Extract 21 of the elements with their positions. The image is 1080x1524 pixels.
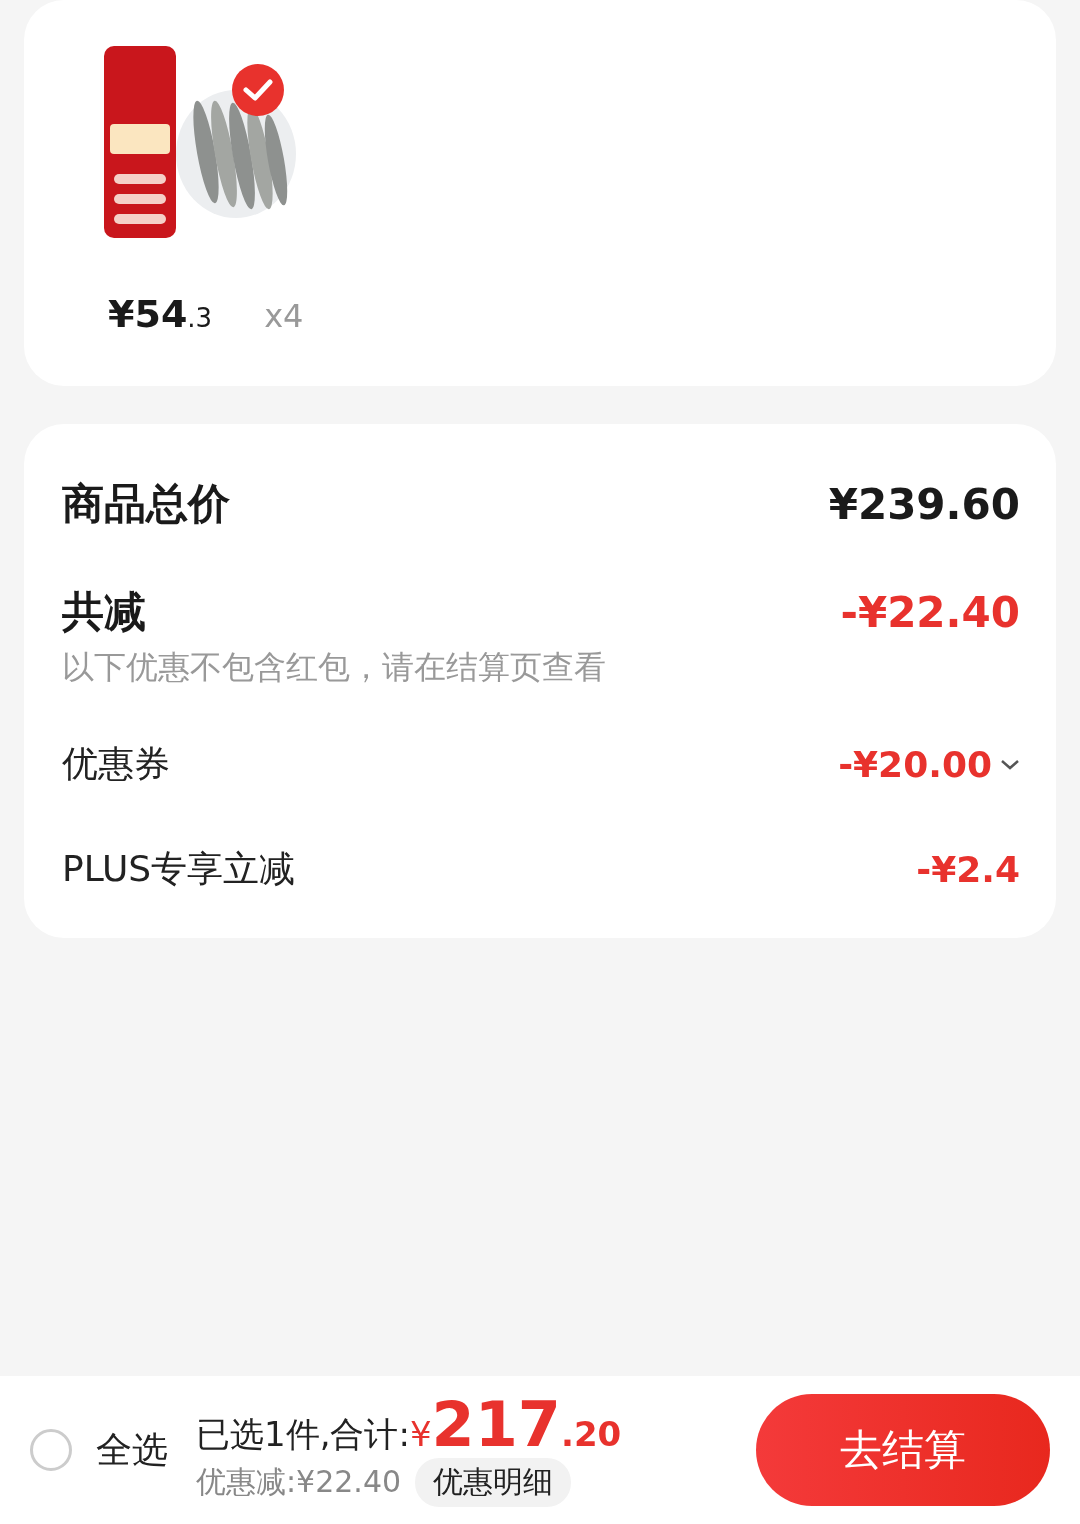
checkout-button[interactable]: 去结算 bbox=[756, 1394, 1050, 1506]
discount-item-value: -¥2.4 bbox=[916, 849, 1020, 890]
discount-item-label: 优惠券 bbox=[62, 742, 170, 786]
saved-amount: 优惠减:¥22.40 bbox=[196, 1462, 402, 1501]
total-label: 商品总价 bbox=[62, 478, 230, 530]
total-value: ¥239.60 bbox=[828, 479, 1020, 529]
total-decimal: .20 bbox=[560, 1413, 622, 1454]
discount-item-value[interactable]: -¥20.00 bbox=[838, 744, 1020, 785]
product-price: ¥54.3 bbox=[108, 292, 213, 336]
discount-value: -¥22.40 bbox=[840, 587, 1020, 637]
selected-count: 已选1件,合计: bbox=[196, 1412, 410, 1456]
product-quantity: x4 bbox=[264, 297, 304, 335]
select-all-label[interactable]: 全选 bbox=[96, 1425, 168, 1475]
chevron-down-icon bbox=[1000, 758, 1020, 771]
currency-sign: ¥ bbox=[409, 1413, 432, 1454]
discount-item-label: PLUS专享立减 bbox=[62, 847, 296, 891]
select-all-checkbox[interactable] bbox=[30, 1429, 72, 1471]
total-amount: 217 bbox=[431, 1393, 561, 1456]
discount-note: 以下优惠不包含红包，请在结算页查看 bbox=[62, 647, 607, 688]
discount-label: 共减 bbox=[62, 586, 146, 638]
discount-detail-button[interactable]: 优惠明细 bbox=[415, 1457, 572, 1507]
